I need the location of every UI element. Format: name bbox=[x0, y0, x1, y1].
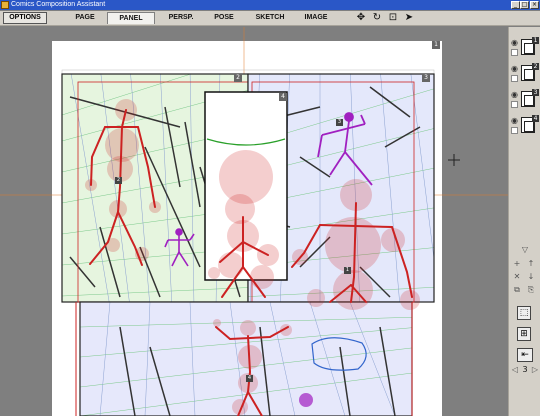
fit-panel-icon[interactable]: ⬚ bbox=[517, 306, 531, 320]
chevron-down-icon[interactable]: ▽ bbox=[520, 245, 530, 254]
layer-row-2[interactable]: ◉ 2 bbox=[511, 63, 539, 85]
tab-panel[interactable]: PANEL bbox=[107, 12, 155, 24]
paste-icon[interactable]: ⎘ bbox=[526, 285, 536, 294]
delete-icon[interactable]: ✕ bbox=[512, 272, 522, 281]
page-prev-icon[interactable]: ◁ bbox=[510, 365, 520, 374]
layer-row-4[interactable]: ◉ 4 bbox=[511, 115, 539, 137]
layers-panel: ◉ 1 ◉ 2 ◉ 3 ◉ 4 ▽ + ↑ ✕ ↓ ⧉ ⎘ ⬚ ⊞ ⇤ ◁ 3 … bbox=[508, 27, 540, 416]
figure-badge: 2 bbox=[115, 177, 122, 184]
layer-number: 1 bbox=[532, 37, 539, 44]
app-window: Comics Composition Assistant _ □ × OPTIO… bbox=[0, 0, 540, 416]
layer-number: 2 bbox=[532, 63, 539, 70]
rotate-icon[interactable]: ↻ bbox=[371, 12, 383, 24]
move-down-icon[interactable]: ↓ bbox=[526, 272, 536, 281]
panel-badge: 2 bbox=[234, 74, 242, 82]
tab-perspective[interactable]: PERSP. bbox=[158, 12, 204, 24]
page-next-icon[interactable]: ▷ bbox=[530, 365, 540, 374]
figure-badge: 1 bbox=[344, 267, 351, 274]
maximize-button[interactable]: □ bbox=[520, 1, 529, 9]
crosshair-cursor bbox=[448, 154, 460, 166]
copy-icon[interactable]: ⧉ bbox=[512, 285, 522, 294]
close-button[interactable]: × bbox=[530, 1, 539, 9]
tab-sketch[interactable]: SKETCH bbox=[249, 12, 291, 24]
stamp-icon[interactable]: ⊡ bbox=[387, 12, 399, 24]
move-icon[interactable]: ✥ bbox=[355, 12, 367, 24]
minimize-button[interactable]: _ bbox=[511, 1, 520, 9]
figure-badge: 3 bbox=[336, 119, 343, 126]
add-panel-icon[interactable]: ⊞ bbox=[517, 327, 531, 341]
eye-icon[interactable]: ◉ bbox=[511, 65, 518, 73]
eye-icon[interactable]: ◉ bbox=[511, 117, 518, 125]
layer-row-1[interactable]: ◉ 1 bbox=[511, 37, 539, 59]
app-icon bbox=[1, 1, 9, 9]
add-icon[interactable]: + bbox=[512, 259, 522, 268]
drawing-canvas[interactable]: 1 2 3 4 2 3 1 4 bbox=[0, 27, 508, 416]
insert-page-icon[interactable]: ⇤ bbox=[517, 348, 533, 362]
window-title: Comics Composition Assistant bbox=[11, 1, 106, 8]
pose-joint-marker[interactable] bbox=[299, 393, 313, 407]
layer-lock-checkbox[interactable] bbox=[511, 49, 518, 56]
eye-icon[interactable]: ◉ bbox=[511, 39, 518, 47]
eye-icon[interactable]: ◉ bbox=[511, 91, 518, 99]
layer-number: 3 bbox=[532, 89, 539, 96]
panel-badge: 3 bbox=[422, 74, 430, 82]
pointer-icon[interactable]: ➤ bbox=[403, 12, 415, 24]
options-button[interactable]: OPTIONS bbox=[3, 12, 47, 24]
layer-lock-checkbox[interactable] bbox=[511, 127, 518, 134]
layer-lock-checkbox[interactable] bbox=[511, 75, 518, 82]
layer-lock-checkbox[interactable] bbox=[511, 101, 518, 108]
page-badge: 1 bbox=[432, 41, 440, 49]
move-up-icon[interactable]: ↑ bbox=[526, 259, 536, 268]
panel-badge: 4 bbox=[279, 93, 287, 101]
layer-row-3[interactable]: ◉ 3 bbox=[511, 89, 539, 111]
page-counter: 3 bbox=[522, 365, 528, 374]
title-bar: Comics Composition Assistant _ □ × bbox=[0, 0, 540, 10]
layer-number: 4 bbox=[532, 115, 539, 122]
tab-image[interactable]: IMAGE bbox=[296, 12, 336, 24]
mode-tab-bar: OPTIONS PAGE PANEL PERSP. POSE SKETCH IM… bbox=[0, 11, 540, 26]
page-artwork bbox=[0, 27, 508, 416]
tab-pose[interactable]: POSE bbox=[205, 12, 243, 24]
tab-page[interactable]: PAGE bbox=[66, 12, 104, 24]
figure-badge: 4 bbox=[246, 375, 253, 382]
